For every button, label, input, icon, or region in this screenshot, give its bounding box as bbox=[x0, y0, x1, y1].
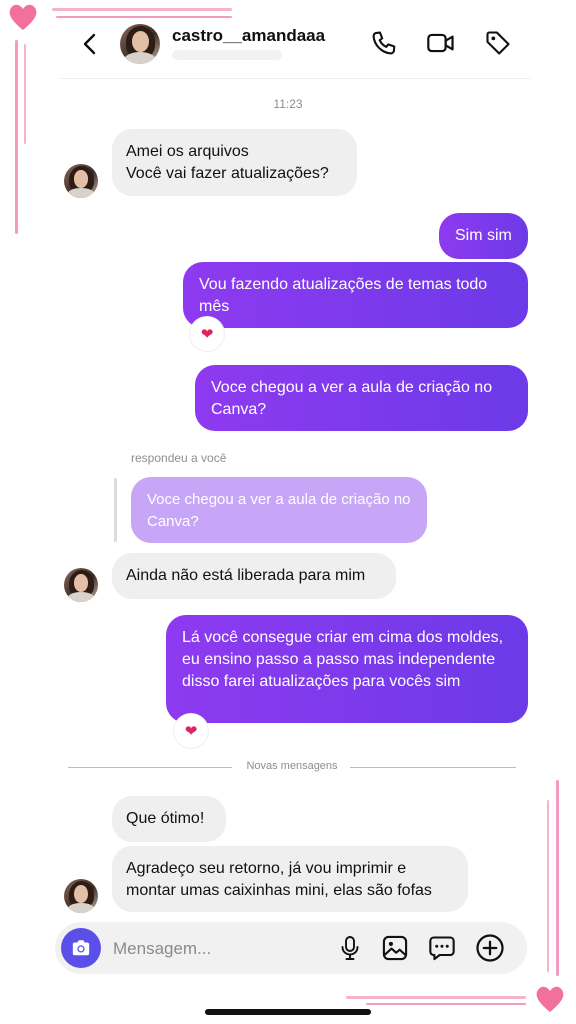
sticker-button[interactable] bbox=[427, 933, 457, 963]
heart-icon: ❤ bbox=[184, 723, 198, 740]
camera-button[interactable] bbox=[61, 928, 101, 968]
chevron-left-icon bbox=[83, 33, 96, 55]
plus-circle-icon bbox=[476, 934, 504, 962]
message-timestamp: 11:23 bbox=[273, 97, 303, 111]
message-text: Voce chegou a ver a aula de criação no C… bbox=[211, 379, 493, 418]
message-text: Ainda não está liberada para mim bbox=[126, 567, 366, 584]
contact-avatar[interactable] bbox=[120, 24, 160, 64]
message-composer bbox=[55, 922, 527, 974]
new-messages-divider: Novas mensagens bbox=[68, 758, 516, 778]
microphone-icon bbox=[341, 936, 359, 960]
frame-line-right-1 bbox=[556, 780, 559, 976]
heart-decoration-bottom-right bbox=[536, 986, 564, 1012]
tag-button[interactable] bbox=[483, 28, 513, 58]
camera-icon bbox=[72, 940, 90, 956]
header-divider bbox=[60, 78, 530, 79]
image-icon bbox=[382, 935, 408, 961]
call-button[interactable] bbox=[369, 28, 399, 58]
message-text: Vou fazendo atualizações de temas todo m… bbox=[199, 276, 488, 315]
contact-username[interactable]: castro__amandaaa bbox=[172, 26, 325, 46]
message-text: Você vai fazer atualizações? bbox=[126, 165, 329, 182]
video-camera-icon bbox=[427, 33, 454, 53]
quoted-text: Voce chegou a ver a aula de criação no C… bbox=[147, 491, 411, 530]
add-button[interactable] bbox=[475, 933, 505, 963]
reply-indicator-bar bbox=[114, 478, 117, 542]
frame-line-right-2 bbox=[547, 800, 549, 972]
home-indicator bbox=[205, 1009, 371, 1015]
video-call-button[interactable] bbox=[426, 28, 456, 58]
outgoing-message-bubble[interactable]: Vou fazendo atualizações de temas todo m… bbox=[183, 262, 528, 328]
message-text: Sim sim bbox=[455, 227, 512, 244]
back-button[interactable] bbox=[76, 30, 104, 58]
replied-message-quote[interactable]: Voce chegou a ver a aula de criação no C… bbox=[131, 477, 427, 543]
heart-reaction[interactable]: ❤ bbox=[174, 714, 208, 748]
message-input[interactable] bbox=[111, 935, 315, 963]
voice-message-button[interactable] bbox=[335, 933, 365, 963]
sender-avatar[interactable] bbox=[64, 568, 98, 602]
incoming-message-bubble[interactable]: Agradeço seu retorno, já vou imprimir e … bbox=[112, 846, 468, 912]
frame-line-bottom-2 bbox=[366, 1003, 526, 1005]
gallery-button[interactable] bbox=[380, 933, 410, 963]
message-text: Que ótimo! bbox=[126, 810, 205, 827]
heart-icon: ❤ bbox=[200, 326, 214, 343]
sender-avatar[interactable] bbox=[64, 164, 98, 198]
contact-subtitle-blurred bbox=[172, 50, 282, 60]
new-messages-label: Novas mensagens bbox=[246, 760, 338, 772]
tag-icon bbox=[486, 31, 510, 55]
outgoing-message-bubble[interactable]: Voce chegou a ver a aula de criação no C… bbox=[195, 365, 528, 431]
message-text: Lá você consegue criar em cima dos molde… bbox=[182, 629, 504, 690]
message-text: Amei os arquivos bbox=[126, 143, 249, 160]
incoming-message-bubble[interactable]: Que ótimo! bbox=[112, 796, 226, 842]
chat-bubble-icon bbox=[429, 936, 455, 961]
reply-context-label: respondeu a você bbox=[131, 451, 227, 465]
phone-icon bbox=[372, 31, 396, 55]
chat-header: castro__amandaaa bbox=[0, 0, 576, 78]
heart-reaction[interactable]: ❤ bbox=[190, 317, 224, 351]
message-text: Agradeço seu retorno, já vou imprimir e … bbox=[126, 860, 432, 899]
outgoing-message-bubble[interactable]: Sim sim bbox=[439, 213, 528, 259]
incoming-message-bubble[interactable]: Ainda não está liberada para mim bbox=[112, 553, 396, 599]
frame-line-bottom-1 bbox=[346, 996, 526, 999]
outgoing-message-bubble[interactable]: Lá você consegue criar em cima dos molde… bbox=[166, 615, 528, 723]
incoming-message-bubble[interactable]: Amei os arquivos Você vai fazer atualiza… bbox=[112, 129, 357, 196]
sender-avatar[interactable] bbox=[64, 879, 98, 913]
